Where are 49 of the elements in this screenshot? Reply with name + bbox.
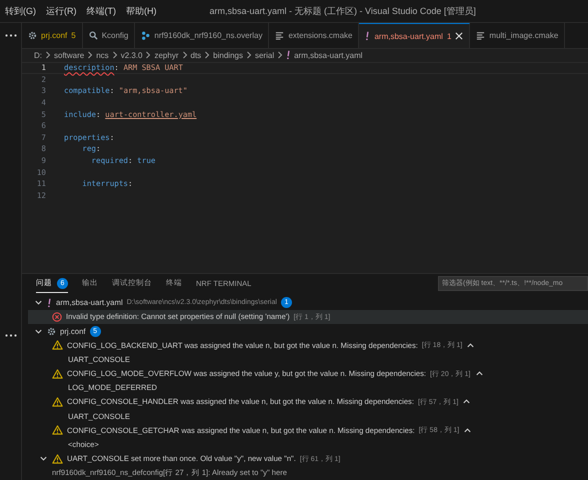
editor-tab[interactable]: prj.conf 5 xyxy=(22,23,83,48)
editor-tab[interactable]: multi_image.cmake xyxy=(470,23,566,48)
exclamation-icon xyxy=(365,31,370,41)
breadcrumb-item[interactable]: bindings xyxy=(213,50,243,60)
gear-icon xyxy=(28,31,37,40)
more-icon[interactable] xyxy=(4,34,16,37)
warning-icon xyxy=(52,425,63,436)
breadcrumb-item[interactable]: v2.3.0 xyxy=(120,50,142,60)
warning-icon xyxy=(52,396,63,407)
lines-icon xyxy=(476,31,486,40)
warning-icon xyxy=(52,340,63,350)
chevron-down-icon[interactable] xyxy=(39,454,48,464)
chevron-right-icon xyxy=(182,51,188,59)
editor-tab[interactable]: nrf9160dk_nrf9160_ns.overlay xyxy=(135,23,270,48)
close-icon[interactable] xyxy=(455,32,464,40)
breadcrumb-item[interactable]: software xyxy=(54,50,84,60)
breadcrumb-item[interactable]: zephyr xyxy=(154,50,178,60)
exclamation-icon xyxy=(286,50,292,60)
chevron-right-icon xyxy=(45,51,51,59)
more-icon[interactable] xyxy=(4,334,16,337)
chevron-right-icon xyxy=(87,51,94,59)
chevron-up-icon[interactable] xyxy=(463,426,472,435)
exclamation-icon xyxy=(47,298,52,308)
breadcrumb-item[interactable]: ncs xyxy=(96,50,109,60)
menu-item[interactable]: 终端(T) xyxy=(82,4,121,18)
chevron-right-icon xyxy=(277,51,284,59)
chevron-up-icon[interactable] xyxy=(466,340,476,350)
chevron-right-icon xyxy=(145,51,152,59)
chevron-right-icon xyxy=(246,51,252,59)
warning-icon xyxy=(52,368,63,379)
breadcrumb-item[interactable]: D: xyxy=(34,50,42,60)
menu-item[interactable]: 帮助(H) xyxy=(121,4,162,18)
breadcrumb-item[interactable]: dts xyxy=(190,50,202,60)
gear-icon xyxy=(47,326,56,336)
lines-icon xyxy=(275,31,284,40)
warning-icon xyxy=(52,454,63,464)
chevron-right-icon xyxy=(112,51,118,59)
chevron-right-icon xyxy=(204,51,210,59)
menu-item[interactable]: 运行(R) xyxy=(41,4,82,18)
chevron-down-icon[interactable] xyxy=(34,298,43,308)
error-icon xyxy=(52,312,62,322)
magnifier-icon xyxy=(88,31,98,40)
breadcrumb-item[interactable]: arm,sbsa-uart.yaml xyxy=(294,50,363,60)
editor-tab[interactable]: arm,sbsa-uart.yaml 1 xyxy=(359,23,470,48)
editor-tab[interactable]: Kconfig xyxy=(82,23,136,48)
window-title: arm,sbsa-uart.yaml - 无标题 (工作区) - Visual Studio Code [管理员] xyxy=(210,4,476,18)
node-tree-icon xyxy=(141,31,150,40)
breadcrumb-item[interactable]: serial xyxy=(254,50,274,60)
menu-item[interactable]: 转到(G) xyxy=(0,4,41,18)
